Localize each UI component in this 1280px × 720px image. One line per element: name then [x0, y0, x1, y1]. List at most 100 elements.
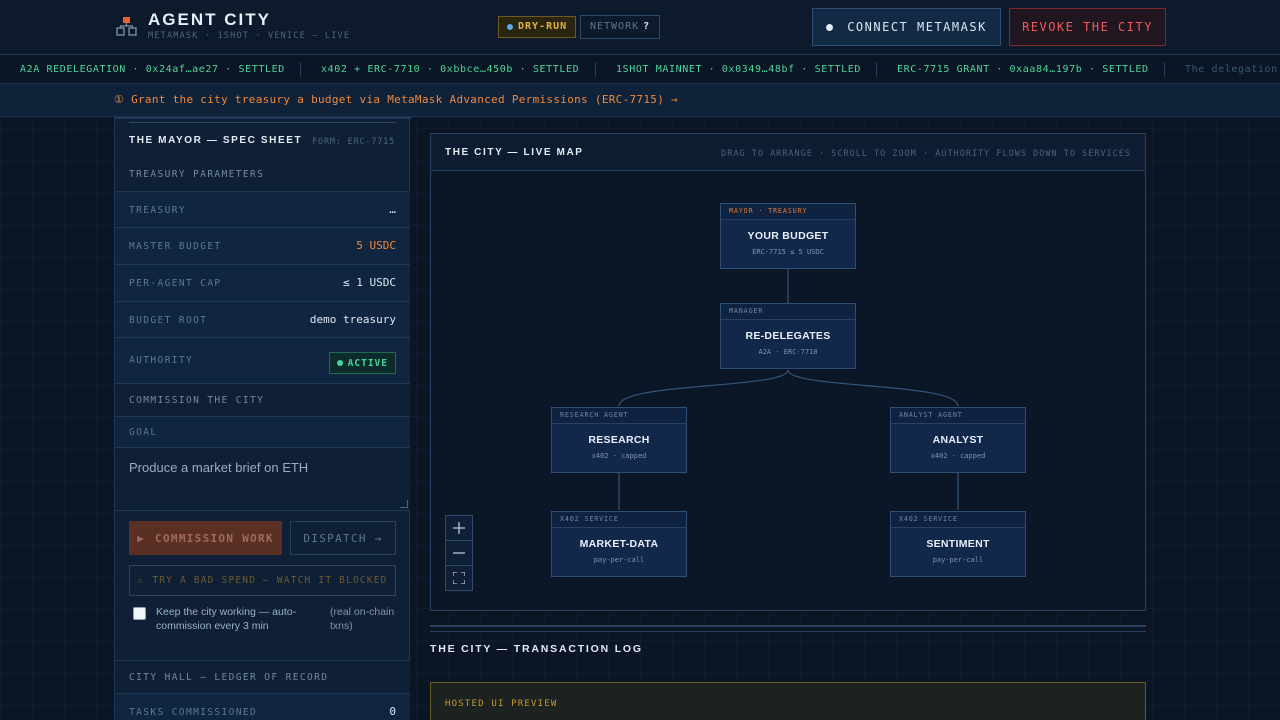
commission-heading-row: COMMISSION THE CITY [115, 383, 410, 417]
tasks-commissioned-row: TASKS COMMISSIONED 0 [115, 693, 410, 720]
ticker-divider [876, 62, 877, 77]
treasury-row: TREASURY … [115, 191, 410, 228]
master-budget-label: MASTER BUDGET [129, 241, 222, 252]
city-live-map[interactable]: THE CITY — LIVE MAP DRAG TO ARRANGE · SC… [430, 133, 1146, 611]
network-label: NETWORK [590, 21, 640, 32]
connect-metamask-button[interactable]: CONNECT METAMASK [812, 8, 1001, 46]
dry-run-badge: DRY-RUN [498, 16, 577, 38]
revoke-city-label: REVOKE THE CITY [1022, 20, 1153, 34]
ticker-item: 1SHOT MAINNET · 0x0349…48bf · SETTLED [616, 64, 861, 75]
node-re-delegates[interactable]: MANAGER RE-DELEGATES A2A · ERC-7710 [720, 303, 856, 369]
play-icon: ▶ [137, 531, 146, 545]
commission-city-heading: COMMISSION THE CITY [129, 395, 265, 406]
node-title: ANALYST [932, 434, 984, 446]
node-title: MARKET-DATA [579, 538, 659, 550]
spec-form-id: FORM: ERC-7715 [312, 137, 395, 147]
tasks-commissioned-label: TASKS COMMISSIONED [129, 707, 258, 718]
ticker-divider [1164, 62, 1165, 77]
budget-root-row: BUDGET ROOT demo treasury [115, 301, 410, 338]
node-header: RESEARCH AGENT [552, 408, 686, 424]
mayor-spec-sheet: THE MAYOR — SPEC SHEET FORM: ERC-7715 TR… [114, 117, 411, 720]
node-title: YOUR BUDGET [747, 230, 829, 242]
zoom-in-button[interactable] [445, 515, 473, 541]
wallet-dot-icon [826, 23, 834, 31]
per-agent-cap-row: PER-AGENT CAP ≤ 1 USDC [115, 264, 410, 302]
tasks-commissioned-value: 0 [389, 705, 396, 718]
treasury-label: TREASURY [129, 205, 186, 216]
treasury-parameters-heading: TREASURY PARAMETERS [129, 169, 265, 180]
ticker-item: A2A REDELEGATION · 0x24af…ae27 · SETTLED [20, 64, 285, 75]
transaction-ticker: A2A REDELEGATION · 0x24af…ae27 · SETTLED… [0, 55, 1280, 84]
hosted-preview-notice: HOSTED UI PREVIEW [430, 682, 1146, 720]
treasury-value: … [389, 203, 396, 216]
node-subtitle: pay-per-call [932, 556, 984, 564]
plus-icon [453, 522, 465, 534]
log-divider [430, 625, 1146, 632]
app-title: AGENT CITY [148, 10, 271, 29]
network-indicator[interactable]: NETWORK? [580, 15, 661, 39]
master-budget-value: 5 USDC [356, 239, 396, 252]
city-logo-icon [116, 17, 137, 36]
per-agent-cap-value: ≤ 1 USDC [343, 276, 396, 289]
commission-work-button[interactable]: ▶ COMMISSION WORK [129, 521, 282, 555]
goal-textarea[interactable]: Produce a market brief on ETH [115, 447, 410, 511]
revoke-city-button[interactable]: REVOKE THE CITY [1009, 8, 1166, 46]
bad-spend-label: TRY A BAD SPEND — WATCH IT BLOCKED [152, 575, 388, 586]
grant-banner-link[interactable]: ① Grant the city treasury a budget via M… [114, 93, 678, 106]
minus-icon [453, 552, 465, 554]
goal-text: Produce a market brief on ETH [129, 460, 309, 475]
node-analyst[interactable]: ANALYST AGENT ANALYST x402 · capped [890, 407, 1026, 473]
authority-status-badge: ACTIVE [328, 352, 396, 374]
node-your-budget[interactable]: MAYOR · TREASURY YOUR BUDGET ERC-7715 ≤ … [720, 203, 856, 269]
node-market-data[interactable]: X402 SERVICE MARKET-DATA pay-per-call [551, 511, 687, 577]
authority-label: AUTHORITY [129, 355, 194, 366]
node-subtitle: A2A · ERC-7710 [758, 348, 818, 356]
bad-spend-button[interactable]: ⚠ TRY A BAD SPEND — WATCH IT BLOCKED [129, 565, 396, 596]
panel-top-border [115, 117, 411, 119]
node-header: MANAGER [721, 304, 855, 320]
keep-working-label: Keep the city working — auto-commission … [156, 606, 297, 632]
authority-value: ACTIVE [347, 357, 388, 369]
commission-work-label: COMMISSION WORK [155, 531, 274, 545]
city-hall-heading-row: CITY HALL — LEDGER OF RECORD [115, 660, 410, 694]
keep-working-note: (real on-chain txns) [330, 606, 395, 632]
node-header: X402 SERVICE [552, 512, 686, 528]
node-header: X402 SERVICE [891, 512, 1025, 528]
dispatch-label: DISPATCH → [303, 531, 383, 545]
node-header: MAYOR · TREASURY [721, 204, 855, 220]
node-header: ANALYST AGENT [891, 408, 1025, 424]
node-subtitle: x402 · capped [930, 452, 986, 460]
fullscreen-icon [453, 572, 465, 584]
node-title: RE-DELEGATES [745, 330, 831, 342]
node-research[interactable]: RESEARCH AGENT RESEARCH x402 · capped [551, 407, 687, 473]
zoom-out-button[interactable] [445, 540, 473, 566]
ticker-divider [300, 62, 301, 77]
node-subtitle: ERC-7715 ≤ 5 USDC [752, 248, 824, 256]
divider [129, 122, 396, 123]
node-subtitle: x402 · capped [591, 452, 647, 460]
dispatch-button[interactable]: DISPATCH → [290, 521, 396, 555]
grant-banner[interactable]: ① Grant the city treasury a budget via M… [0, 84, 1280, 117]
status-dot-icon [507, 24, 513, 30]
keep-working-checkbox[interactable] [133, 607, 146, 620]
fit-view-button[interactable] [445, 565, 473, 591]
warning-icon: ⚠ [137, 575, 145, 586]
network-value: ? [643, 21, 651, 32]
resize-handle-icon[interactable] [400, 500, 408, 508]
hosted-preview-label: HOSTED UI PREVIEW [445, 699, 558, 709]
active-dot-icon [336, 360, 343, 366]
goal-label: GOAL [129, 427, 158, 438]
authority-row: AUTHORITY ACTIVE [115, 337, 410, 384]
dry-run-label: DRY-RUN [518, 21, 568, 32]
node-title: SENTIMENT [926, 538, 990, 550]
transaction-log-title: THE CITY — TRANSACTION LOG [430, 643, 643, 655]
ticker-item: The delegation [1185, 64, 1278, 75]
per-agent-cap-label: PER-AGENT CAP [129, 278, 222, 289]
edge-manager-research [618, 369, 789, 407]
budget-root-label: BUDGET ROOT [129, 315, 208, 326]
top-header: AGENT CITY METAMASK · 1SHOT · VENICE — L… [0, 0, 1280, 55]
ticker-item: x402 + ERC-7710 · 0xbbce…450b · SETTLED [321, 64, 580, 75]
city-hall-heading: CITY HALL — LEDGER OF RECORD [129, 672, 329, 683]
node-sentiment[interactable]: X402 SERVICE SENTIMENT pay-per-call [890, 511, 1026, 577]
goal-label-row: GOAL [115, 416, 410, 448]
